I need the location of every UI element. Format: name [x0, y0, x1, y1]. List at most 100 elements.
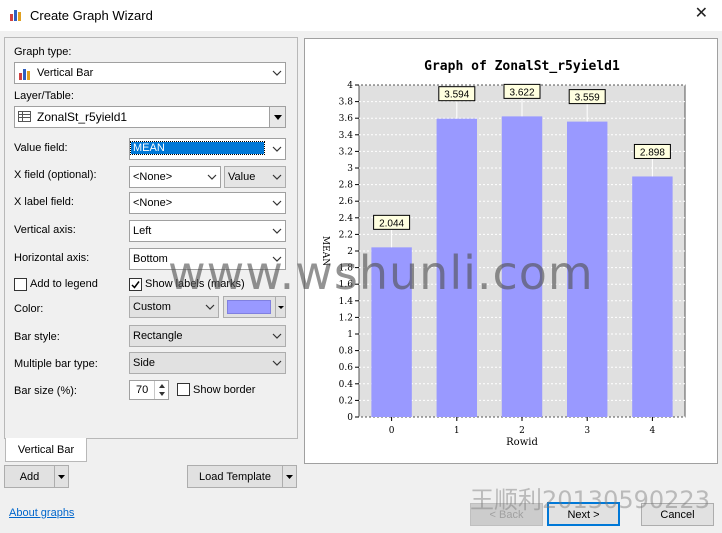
x-label-field-select[interactable]: <None> [129, 192, 286, 214]
y-tick-label: 3.2 [339, 147, 353, 157]
y-tick-label: 0 [347, 413, 353, 423]
corner-watermark-text: 王顺利20130590223 [470, 486, 710, 514]
tab-vertical-bar[interactable]: Vertical Bar [5, 438, 87, 462]
bar-size-stepper[interactable]: 70 [129, 380, 169, 400]
y-tick-label: 0.6 [339, 363, 354, 373]
chevron-down-icon [205, 304, 215, 310]
y-tick-label: 1 [347, 330, 353, 340]
data-label: 3.594 [444, 90, 469, 101]
value-field-label: Value field: [14, 142, 68, 154]
graph-type-select[interactable]: Vertical Bar [14, 62, 286, 84]
data-label: 2.898 [640, 147, 665, 158]
data-label: 3.622 [509, 87, 534, 98]
y-tick-label: 2.8 [339, 181, 354, 191]
chevron-down-icon [272, 146, 282, 152]
load-template-label: Load Template [199, 471, 271, 483]
horizontal-axis-label: Horizontal axis: [14, 252, 90, 264]
add-dropdown-arrow[interactable] [54, 466, 68, 487]
y-tick-label: 3.8 [339, 98, 354, 108]
up-down-arrows-icon [159, 384, 165, 396]
add-button-label: Add [19, 471, 40, 483]
triangle-down-icon [278, 306, 284, 309]
layer-table-label: Layer/Table: [14, 90, 74, 102]
y-tick-label: 2.6 [339, 197, 354, 207]
load-template-dropdown-arrow[interactable] [282, 466, 296, 487]
y-tick-label: 4 [347, 81, 353, 91]
x-label-field-label: X label field: [14, 196, 74, 208]
load-template-button[interactable]: Load Template [187, 465, 297, 488]
color-dropdown-button[interactable] [275, 297, 285, 317]
x-field-label: X field (optional): [14, 169, 97, 181]
multiple-bar-type-select[interactable]: Side [129, 352, 286, 374]
value-field-value: MEAN [130, 141, 265, 155]
data-label: 3.559 [575, 93, 600, 104]
color-mode-value: Custom [133, 301, 171, 313]
checkmark-icon [131, 281, 140, 289]
x-axis-label: Rowid [506, 437, 538, 448]
add-button[interactable]: Add [4, 465, 69, 488]
about-graphs-link[interactable]: About graphs [9, 507, 74, 519]
bar-chart-icon [19, 69, 30, 80]
chevron-down-icon [272, 174, 282, 180]
y-tick-label: 3 [347, 164, 353, 174]
vertical-axis-select[interactable]: Left [129, 220, 286, 242]
y-tick-label: 2.4 [339, 214, 354, 224]
graph-type-value: Vertical Bar [37, 67, 94, 79]
x-field-sort-value: Value [228, 171, 256, 183]
y-tick-label: 0.2 [339, 396, 353, 406]
triangle-down-icon [286, 475, 293, 479]
graph-type-label: Graph type: [14, 46, 72, 58]
title-bar: Create Graph Wizard ✕ [0, 0, 722, 31]
bar-style-select[interactable]: Rectangle [129, 325, 286, 347]
show-labels-checkbox[interactable] [129, 278, 142, 291]
watermark-text: www.wshunli.com [168, 246, 594, 300]
chevron-down-icon [272, 70, 282, 76]
graph-settings-panel: Graph type: Vertical Bar Layer/Table: Zo… [4, 37, 298, 439]
bar-size-spin-buttons[interactable] [154, 381, 168, 399]
layer-table-value: ZonalSt_r5yield1 [37, 110, 128, 124]
x-tick-label: 2 [519, 426, 525, 436]
window-title: Create Graph Wizard [30, 8, 153, 23]
add-to-legend-checkbox[interactable] [14, 278, 27, 291]
bar-size-label: Bar size (%): [14, 385, 77, 397]
horizontal-axis-value: Bottom [133, 253, 168, 265]
x-field-value: <None> [133, 171, 173, 183]
triangle-down-icon [274, 115, 282, 120]
data-label: 2.044 [379, 218, 404, 229]
add-to-legend-label: Add to legend [30, 278, 98, 290]
x-tick-label: 1 [454, 426, 460, 436]
vertical-axis-value: Left [133, 225, 152, 237]
chart-title: Graph of ZonalSt_r5yield1 [424, 59, 620, 74]
y-tick-label: 1.2 [339, 313, 353, 323]
x-tick-label: 0 [389, 426, 395, 436]
chevron-down-icon [272, 333, 282, 339]
value-field-select[interactable]: MEAN [129, 138, 286, 160]
triangle-down-icon [58, 475, 65, 479]
y-tick-label: 0.8 [339, 347, 354, 357]
x-field-select[interactable]: <None> [129, 166, 221, 188]
show-border-label: Show border [193, 384, 256, 396]
y-tick-label: 2.2 [339, 230, 353, 240]
close-icon[interactable]: ✕ [695, 6, 708, 22]
chevron-down-icon [272, 360, 282, 366]
color-swatch [227, 300, 271, 314]
x-field-sort-select[interactable]: Value [224, 166, 286, 188]
bar-style-value: Rectangle [133, 330, 183, 342]
vertical-axis-label: Vertical axis: [14, 224, 76, 236]
chevron-down-icon [272, 228, 282, 234]
layer-dropdown-button[interactable] [269, 107, 285, 127]
x-tick-label: 3 [584, 426, 590, 436]
show-border-checkbox[interactable] [177, 383, 190, 396]
bar-size-value: 70 [136, 384, 149, 396]
color-label: Color: [14, 303, 44, 315]
y-tick-label: 3.4 [339, 131, 354, 141]
layer-table-select[interactable]: ZonalSt_r5yield1 [14, 106, 286, 128]
table-icon [18, 111, 31, 122]
multiple-bar-type-label: Multiple bar type: [14, 358, 98, 370]
graph-wizard-icon [10, 10, 21, 21]
bar [632, 176, 673, 417]
chevron-down-icon [272, 200, 282, 206]
y-tick-label: 3.6 [339, 114, 354, 124]
bar-style-label: Bar style: [14, 331, 60, 343]
x-label-field-value: <None> [133, 197, 173, 209]
